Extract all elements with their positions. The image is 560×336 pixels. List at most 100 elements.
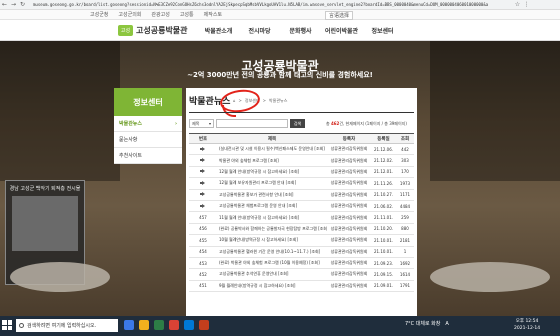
post-title-link[interactable]: 11월 월례 안내(방역규정 시 참고하세요) [조회] — [217, 211, 327, 224]
notice-speaker-icon — [189, 177, 217, 190]
breadcrumb-item[interactable]: 박물관뉴스 — [269, 98, 287, 104]
post-title-link[interactable]: (완료) 공룡박사와 함께하는 공룡발자국 현장탐방 프로그램 [조회] — [217, 223, 327, 236]
notice-speaker-icon — [189, 166, 217, 179]
post-title-link[interactable]: 고성공룡박물관 핼러윈 기간 운영 안내(10.1~11.7.) [조회] — [217, 246, 327, 258]
table-row[interactable]: 453 (완료) 박물관 야외 숲체험 프로그램 (10월 이용예정) [조회] 성… — [189, 257, 414, 270]
taskbar-app-icon[interactable] — [199, 320, 209, 330]
browser-address-bar: ← → ↻ museum.goseong.go.kr/board/list.go… — [0, 0, 560, 10]
reload-icon[interactable]: ↻ — [18, 1, 27, 8]
post-title-link[interactable]: (완료) 박물관 야외 숲체험 프로그램 (10월 이용예정) [조회] — [217, 257, 327, 270]
table-row[interactable]: 박물관 야외 숲체험 프로그램 [조회] 성류관관리감독위원회 21.12.02. 3… — [189, 154, 414, 167]
post-date: 21.10.20. — [371, 223, 396, 236]
post-author: 성류관관리감독위원회 — [327, 177, 371, 190]
sidebar-item-qna[interactable]: 묻는사항 — [114, 132, 182, 148]
gov-link-4[interactable]: 고성통 — [180, 11, 194, 18]
red-annotation-tail — [222, 105, 236, 117]
exhibit-floor-left — [10, 262, 110, 292]
taskbar-app-icon[interactable] — [139, 320, 149, 330]
table-row[interactable]: 451 9월 월례안내(방역규정 시 참고하세요) [조회] 성류관관리감독위원회 2… — [189, 280, 414, 293]
post-title-link[interactable]: 9월 월례안내(방역규정 시 참고하세요) [조회] — [217, 280, 327, 293]
table-row[interactable]: 455 10월 월례안내(방역규정 시 참고하세요) [조회] 성류관관리감독위원회… — [189, 234, 414, 247]
taskbar-search-placeholder: 검색하려면 여기에 입력하십시오. — [27, 323, 97, 329]
table-row[interactable]: (실내전시관 및 시설 이용시 필수)백신패스제도 운영안내 [조회] 성류관관리… — [189, 143, 414, 156]
post-views: 1791 — [396, 280, 414, 293]
post-title-link[interactable]: 12월 월례 보유자원관리 프로그램 안내 [조회] — [217, 177, 327, 190]
post-title-link[interactable]: 12월 월례 안내(방역규정 시 참고하세요) [조회] — [217, 166, 327, 179]
table-row[interactable]: 12월 월례 보유자원관리 프로그램 안내 [조회] 성류관관리감독위원회 21.1… — [189, 177, 414, 190]
post-title-link[interactable]: 박물관 야외 숲체험 프로그램 [조회] — [217, 154, 327, 167]
speaker-icon — [200, 169, 206, 174]
forward-icon[interactable]: → — [9, 1, 18, 8]
gov-link-5[interactable]: 제작스토 — [204, 11, 222, 18]
notice-speaker-icon — [189, 154, 217, 167]
search-input[interactable] — [216, 119, 288, 128]
back-icon[interactable]: ← — [0, 1, 9, 8]
windows-start-icon[interactable] — [2, 320, 12, 330]
table-row[interactable]: 12월 월례 안내(방역규정 시 참고하세요) [조회] 성류관관리감독위원회 21… — [189, 166, 414, 179]
menu-dots-icon[interactable]: ⋮ — [522, 1, 531, 8]
taskbar-clock[interactable]: 오후 12:54 2021-12-14 — [514, 318, 540, 332]
count-suffix: 건, 현재페이지 (1페이지 / 총 39페이지) — [339, 121, 407, 126]
table-row[interactable]: 457 11월 월례 안내(방역규정 시 참고하세요) [조회] 성류관관리감독위원… — [189, 211, 414, 224]
table-row[interactable]: 454 고성공룡박물관 핼러윈 기간 운영 안내(10.1~11.7.) [조회]… — [189, 246, 414, 258]
post-author: 성류관관리감독위원회 — [327, 223, 371, 236]
url-field[interactable]: museum.goseong.go.kr/board/list.goseong?… — [33, 2, 513, 7]
search-icon — [19, 323, 24, 328]
menu-about[interactable]: 박물관소개 — [198, 26, 239, 35]
language-select[interactable]: 言语选择 — [325, 11, 354, 20]
table-row[interactable]: 456 (완료) 공룡박사와 함께하는 공룡발자국 현장탐방 프로그램 [조회] 성… — [189, 223, 414, 236]
column-header: 등록자 — [327, 133, 371, 144]
table-row[interactable]: 고성공룡박물관 홍보가 관련사항 안내 [조회] 성류관관리감독위원회 21.10.… — [189, 189, 414, 201]
weather-status[interactable]: 7°C 대체로 화창 — [405, 320, 440, 327]
search-form: 제목 ▾ 검색 — [189, 119, 305, 128]
taskbar-app-icon[interactable] — [154, 320, 164, 330]
post-author: 성류관관리감독위원회 — [327, 211, 371, 224]
speaker-icon — [200, 192, 206, 197]
taskbar-app-icon[interactable] — [124, 320, 134, 330]
post-title-link[interactable]: 고성공룡박물관 체험프로그램 운영 안내 [조회] — [217, 200, 327, 213]
exhibit-panel-image — [12, 196, 78, 251]
speaker-icon — [200, 146, 206, 151]
post-views: 442 — [396, 143, 414, 156]
menu-events[interactable]: 문화행사 — [280, 26, 321, 35]
row-number: 455 — [189, 234, 217, 247]
speaker-icon — [200, 203, 206, 208]
taskbar-app-icon[interactable] — [169, 320, 179, 330]
input-language-indicator[interactable]: A — [445, 321, 448, 327]
chevron-right-icon: › — [174, 120, 177, 127]
gov-link-2[interactable]: 고성군의회 — [118, 11, 141, 18]
taskbar-app-icon[interactable] — [184, 320, 194, 330]
post-title-link[interactable]: (실내전시관 및 시설 이용시 필수)백신패스제도 운영안내 [조회] — [217, 143, 327, 156]
sidebar-item-links[interactable]: 추천사이트 — [114, 148, 182, 164]
speaker-icon — [200, 158, 206, 163]
site-logo[interactable]: 고성 고성공룡박물관 — [118, 25, 188, 36]
column-header: 번호 — [189, 133, 217, 144]
table-row[interactable]: 452 고성공룡박물관 추석연휴 운영안내 [조회] 성류관관리감독위원회 21.09… — [189, 268, 414, 281]
speaker-icon — [200, 180, 206, 185]
column-header: 조회 — [396, 133, 414, 144]
menu-exhibit[interactable]: 전시마당 — [239, 26, 280, 35]
post-title-link[interactable]: 10월 월례안내(방역규정 시 참고하세요) [조회] — [217, 234, 327, 247]
gov-link-1[interactable]: 고성군청 — [90, 11, 108, 18]
taskbar-apps — [124, 320, 209, 330]
search-button[interactable]: 검색 — [290, 119, 305, 128]
row-number: 456 — [189, 223, 217, 236]
menu-kids[interactable]: 어린이박물관 — [321, 26, 362, 35]
post-date: 21.09.23. — [371, 257, 396, 270]
gov-link-3[interactable]: 관광고성 — [151, 11, 169, 18]
table-row[interactable]: 고성공룡박물관 체험프로그램 운영 안내 [조회] 성류관관리감독위원회 21.06… — [189, 200, 414, 213]
row-number: 454 — [189, 246, 217, 258]
row-number: 457 — [189, 211, 217, 224]
clock-date: 2021-12-14 — [514, 326, 541, 331]
bookmark-star-icon[interactable]: ☆ — [513, 1, 522, 8]
taskbar-search-box[interactable]: 검색하려면 여기에 입력하십시오. — [16, 319, 118, 332]
main-menu: 박물관소개 전시마당 문화행사 어린이박물관 정보센터 — [198, 26, 403, 35]
search-field-select[interactable]: 제목 ▾ — [189, 119, 214, 128]
sidebar-item-news[interactable]: 박물관뉴스 › — [114, 116, 182, 132]
post-date: 21.09.01. — [371, 280, 396, 293]
system-tray: 7°C 대체로 화창 A — [405, 320, 449, 328]
post-title-link[interactable]: 고성공룡박물관 추석연휴 운영안내 [조회] — [217, 268, 327, 281]
post-views: 1171 — [396, 189, 414, 201]
menu-info[interactable]: 정보센터 — [362, 26, 403, 35]
post-title-link[interactable]: 고성공룡박물관 홍보가 관련사항 안내 [조회] — [217, 189, 327, 201]
